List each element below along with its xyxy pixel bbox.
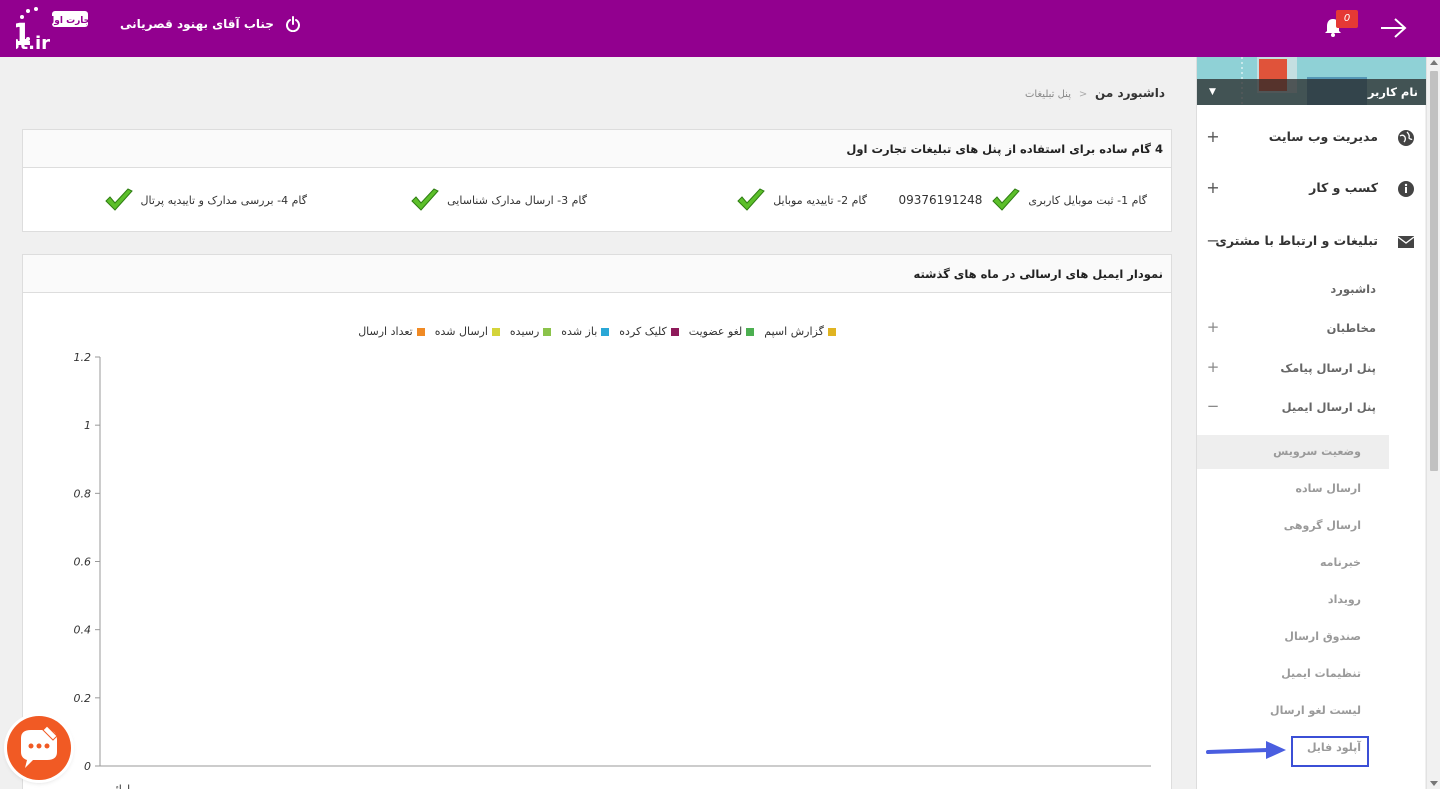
sidebar: نام کاربر ▼ مدیریت وب سایت + کسب و کار +… [1196,57,1426,789]
notification-badge: 0 [1336,10,1358,28]
sidebar-email-label: رویداد [1327,593,1361,606]
info-icon [1398,181,1414,197]
step-3-label: گام 3- ارسال مدارک شناسایی [447,193,587,207]
y-tick-label: 1.2 [74,351,92,364]
site-logo[interactable]: 1 1st.ir تجارت اول [16,5,92,52]
step-1: گام 1- ثبت موبایل کاربری 09376191248 [898,187,1147,213]
sidebar-sub-dashboard[interactable]: داشبورد [1197,277,1426,303]
sidebar-email-service-status[interactable]: وضعیت سرویس [1197,435,1389,469]
check-icon [411,188,439,211]
step-2-label: گام 2- تاییدیه موبایل [773,193,867,207]
check-icon [992,188,1021,211]
sidebar-email-label: تنظیمات ایمیل [1281,667,1361,680]
user-greeting: جناب آقای بهنود قصریانی [120,17,274,31]
expand-icon[interactable]: + [1205,358,1221,376]
step-3: گام 3- ارسال مدارک شناسایی [409,187,587,213]
sidebar-item-label: مدیریت وب سایت [1268,129,1378,144]
email-chart: 1.2 1 0.8 0.6 0.4 0.2 0 ارائه [74,351,1151,789]
sidebar-email-event[interactable]: رویداد [1197,583,1389,617]
check-icon [104,188,133,211]
sidebar-item-label: تبلیغات و ارتباط با مشتری [1215,233,1378,248]
sidebar-sub-label: پنل ارسال ایمیل [1281,400,1376,414]
sidebar-email-unsubscribe-list[interactable]: لیست لغو ارسال [1197,694,1389,728]
x-tick-label: ارائه [110,783,130,789]
username-bar[interactable]: نام کاربر ▼ [1197,79,1426,105]
y-tick-label: 0.2 [74,692,92,705]
y-tick-label: 0.6 [74,556,92,569]
scroll-up-icon[interactable] [1430,60,1438,65]
step-1-label: گام 1- ثبت موبایل کاربری [1028,193,1147,207]
sidebar-sub-email-panel[interactable]: پنل ارسال ایمیل − [1197,395,1426,421]
globe-icon [1398,130,1414,146]
sidebar-email-label: صندوق ارسال [1284,630,1361,643]
sidebar-item-label: کسب و کار [1309,180,1378,195]
sidebar-email-label: لیست لغو ارسال [1270,704,1361,717]
sidebar-item-business[interactable]: کسب و کار + [1197,174,1426,204]
sidebar-email-label: ارسال گروهی [1283,519,1361,532]
step-1-phone: 09376191248 [898,193,983,207]
sidebar-sub-contacts[interactable]: مخاطبان + [1197,316,1426,342]
step-2: گام 2- تاییدیه موبایل [735,187,867,213]
expand-icon[interactable]: + [1205,318,1221,336]
collapse-icon[interactable]: − [1205,397,1221,415]
chat-widget-button[interactable] [7,716,71,780]
arrow-right-icon[interactable] [1378,15,1408,41]
caret-down-icon[interactable]: ▼ [1209,79,1216,105]
scroll-down-icon[interactable] [1430,781,1438,786]
steps-card: 4 گام ساده برای استفاده از پنل های تبلیغ… [22,129,1172,232]
user-banner: نام کاربر ▼ [1197,57,1426,105]
chart-card: نمودار ایمیل های ارسالی در ماه های گذشته… [22,254,1172,789]
pointer-arrow-icon [1206,741,1286,759]
step-4: گام 4- بررسی مدارک و تاییدیه پرتال [103,187,307,213]
scrollbar[interactable] [1426,57,1440,789]
expand-icon[interactable]: + [1205,127,1221,146]
y-tick-label: 0.4 [74,624,92,637]
steps-card-title: 4 گام ساده برای استفاده از پنل های تبلیغ… [23,130,1171,168]
check-icon [737,188,766,211]
logo-text: 1st.ir [16,33,50,52]
sidebar-item-website-management[interactable]: مدیریت وب سایت + [1197,123,1426,153]
breadcrumb: داشبورد من < پنل تبلیغات [1020,86,1165,104]
expand-icon[interactable]: + [1205,178,1221,197]
logo-caption: تجارت اول [46,16,92,26]
sidebar-email-newsletter[interactable]: خبرنامه [1197,546,1389,580]
chat-icon [21,725,58,768]
breadcrumb-separator: < [1078,89,1088,100]
y-tick-label: 1 [84,419,91,432]
sidebar-email-label: وضعیت سرویس [1273,445,1361,458]
y-tick-label: 0 [84,760,91,773]
step-4-label: گام 4- بررسی مدارک و تاییدیه پرتال [140,193,307,207]
breadcrumb-current: پنل تبلیغات [1025,89,1071,100]
steps-row: گام 1- ثبت موبایل کاربری 09376191248 گام… [23,169,1171,231]
sidebar-sub-label: داشبورد [1330,282,1376,296]
sidebar-email-group-send[interactable]: ارسال گروهی [1197,509,1389,543]
sidebar-email-label: ارسال ساده [1295,482,1361,495]
sidebar-sub-label: مخاطبان [1326,321,1376,335]
collapse-icon[interactable]: − [1205,231,1221,250]
upload-highlight-box [1291,736,1369,767]
username-label: نام کاربر [1367,85,1418,99]
sidebar-email-label: خبرنامه [1319,556,1361,569]
sidebar-sub-sms-panel[interactable]: پنل ارسال پیامک + [1197,356,1426,382]
sidebar-sub-label: پنل ارسال پیامک [1280,361,1376,375]
scroll-thumb[interactable] [1430,71,1438,471]
breadcrumb-main[interactable]: داشبورد من [1095,86,1165,100]
sidebar-email-simple-send[interactable]: ارسال ساده [1197,472,1389,506]
sidebar-item-advertising[interactable]: تبلیغات و ارتباط با مشتری − [1197,227,1426,257]
top-bar: 1 1st.ir تجارت اول جناب آقای بهنود قصریا… [0,0,1440,57]
power-icon[interactable] [285,16,301,32]
y-tick-label: 0.8 [74,487,92,500]
mail-icon [1397,236,1415,248]
sidebar-email-settings[interactable]: تنظیمات ایمیل [1197,657,1389,691]
sidebar-email-outbox[interactable]: صندوق ارسال [1197,620,1389,654]
